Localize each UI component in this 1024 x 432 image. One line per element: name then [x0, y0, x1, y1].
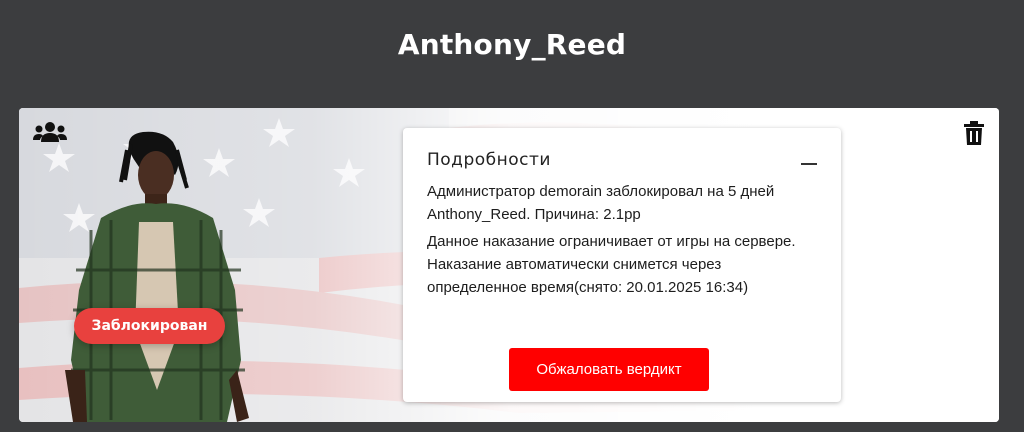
status-badge: Заблокирован: [74, 308, 225, 344]
page-title: Anthony_Reed: [397, 28, 627, 61]
punishment-info: Данное наказание ограничивает от игры на…: [427, 233, 796, 296]
appeal-button[interactable]: Обжаловать вердикт: [509, 348, 709, 391]
collapse-icon[interactable]: [801, 163, 817, 165]
punishment-description: Администратор demorain заблокировал на 5…: [427, 183, 775, 223]
details-panel: Подробности Администратор demorain забло…: [403, 128, 841, 402]
details-title: Подробности: [427, 150, 551, 170]
trash-icon[interactable]: [963, 121, 985, 145]
character-image: [65, 131, 249, 422]
punishment-card: Заблокирован Подробности Администратор d…: [19, 108, 999, 422]
